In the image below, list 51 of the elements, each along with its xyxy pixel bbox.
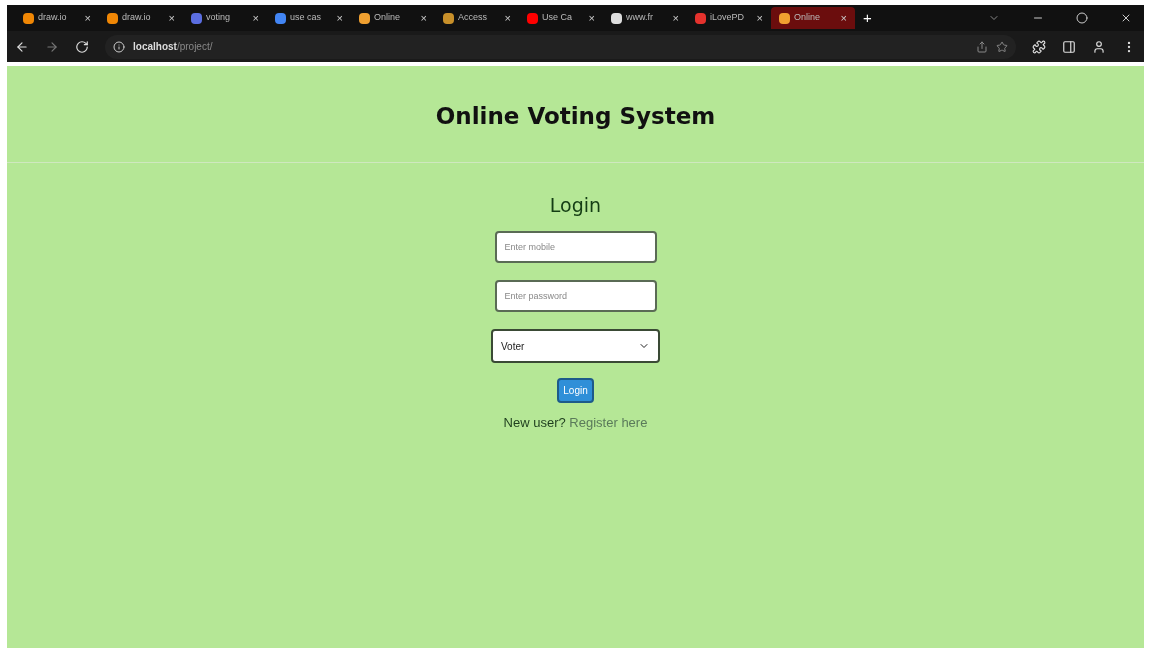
close-icon[interactable]: × [588,9,595,27]
address-bar[interactable]: localhost/project/ [105,34,1016,59]
profile-icon[interactable] [1092,39,1106,54]
bookmark-icon[interactable] [996,40,1008,53]
tab-title: draw.io [122,11,152,25]
browser-tab[interactable]: draw.io × [15,7,99,29]
new-tab-button[interactable]: + [855,6,880,30]
form-title: Login [549,192,602,218]
browser-tab[interactable]: iLovePD × [687,7,771,29]
close-icon[interactable]: × [252,9,259,27]
share-icon[interactable] [976,40,988,53]
tab-title: Online [794,11,821,25]
tab-title: Access [458,11,488,25]
close-icon[interactable]: × [168,9,175,27]
password-field[interactable]: Enter password [494,280,657,312]
side-panel-icon[interactable] [1062,39,1076,54]
close-icon[interactable]: × [504,9,511,27]
browser-tab[interactable]: Online × [351,7,435,29]
back-icon[interactable] [15,39,29,54]
tab-title: www.fr [626,11,654,25]
page-title: Online Voting System [435,102,716,131]
close-icon[interactable]: × [672,9,679,27]
info-icon [113,40,125,53]
role-select[interactable]: Voter [491,329,660,363]
restore-icon[interactable] [1076,12,1088,24]
extensions-icon[interactable] [1032,39,1046,54]
browser-tab[interactable]: Access × [435,7,519,29]
browser-tab[interactable]: draw.io × [99,7,183,29]
forward-icon[interactable] [45,39,59,54]
tab-title: draw.io [38,11,68,25]
register-link[interactable]: Register here [569,415,648,430]
browser-tab[interactable]: use cas × [267,7,351,29]
close-icon[interactable]: × [336,9,343,27]
close-icon[interactable]: × [840,9,847,27]
browser-tab[interactable]: voting × [183,7,267,29]
register-prompt: New user? Register here [503,414,648,432]
close-icon[interactable]: × [84,9,91,27]
tab-title: Use Ca [542,11,573,25]
close-icon[interactable]: × [420,9,427,27]
close-icon[interactable]: × [756,9,763,27]
tab-title: iLovePD [710,11,746,25]
tab-title: Online [374,11,401,25]
url-text: localhost/project/ [133,40,213,54]
browser-tab[interactable]: Online × [771,7,855,29]
browser-tab[interactable]: Use Ca × [519,7,603,29]
tab-title: voting [206,11,232,25]
reload-icon[interactable] [75,39,89,54]
mobile-field[interactable]: Enter mobile [494,231,657,263]
close-window-icon[interactable] [1120,12,1132,24]
tab-title: use cas [290,11,323,25]
browser-tab[interactable]: www.fr × [603,7,687,29]
